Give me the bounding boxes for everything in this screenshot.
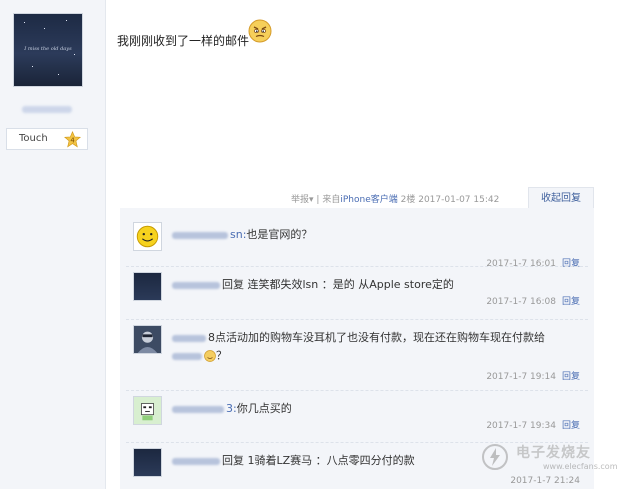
character-avatar[interactable] (133, 325, 162, 354)
reply-meta: 2017-1-7 19:14 回复 (486, 369, 580, 382)
floor-number: 2楼 (400, 195, 416, 205)
watermark-url: www.elecfans.com (543, 462, 618, 471)
reply-username-suffix[interactable]: sn: (230, 228, 246, 241)
reply-username-blurred[interactable] (172, 405, 224, 413)
collapse-replies-button[interactable]: 收起回复 (528, 187, 594, 209)
level-badge[interactable]: Touch 4 (6, 128, 88, 150)
reply-button[interactable]: 回复 (562, 259, 580, 269)
smiley-emoji-icon (204, 350, 216, 362)
divider (126, 266, 588, 267)
site-watermark: 电子发烧友 www.elecfans.com (479, 439, 629, 479)
night-sky-avatar[interactable] (133, 448, 162, 477)
reply-username-suffix[interactable]: 3: (226, 402, 237, 415)
divider (126, 319, 588, 320)
reply-text: 8点活动加的购物车没耳机了也没有付款，现在还在购物车现在付款给 ？ (172, 329, 582, 365)
watermark-title: 电子发烧友 (516, 445, 591, 461)
reply-body: 回复 1骑着LZ赛马 ：八点零四分付的款 (222, 454, 415, 467)
badge-label: Touch (19, 133, 48, 144)
reply-body: 你几点买的 (236, 402, 292, 415)
reply-button[interactable]: 回复 (562, 372, 580, 382)
reply-text: 回复 连笑都失效lsn ：是的 从Apple store定的 (172, 276, 582, 294)
reply-username-blurred[interactable] (172, 457, 220, 465)
source-prefix: 来自 (322, 195, 341, 205)
post-content: 我刚刚收到了一样的邮件 (117, 34, 250, 48)
reply-body: 回复 连笑都失效lsn ：是的 从Apple store定的 (222, 278, 454, 291)
level-star-icon: 4 (64, 131, 81, 148)
reply-body: 8点活动加的购物车没耳机了也没有付款，现在还在购物车现在付款给 (208, 331, 545, 344)
reply-body-cont: ？ (216, 349, 227, 362)
list-item: 8点活动加的购物车没耳机了也没有付款，现在还在购物车现在付款给 ？ 2017-1… (126, 319, 588, 389)
reply-body: 也是官网的？ (246, 228, 313, 241)
post-datetime: 2017-01-07 15:42 (418, 195, 500, 205)
reply-date: 2017-1-7 16:01 (486, 259, 556, 269)
list-item: sn:也是官网的？ 2017-1-7 16:01 回复 (126, 222, 588, 270)
reply-date: 2017-1-7 16:08 (486, 297, 556, 307)
reply-meta: 2017-1-7 16:01 回复 (486, 256, 580, 269)
angry-face-icon (248, 19, 272, 43)
reply-button[interactable]: 回复 (562, 421, 580, 431)
reply-meta: 2017-1-7 16:08 回复 (486, 294, 580, 307)
reply-text: sn:也是官网的？ (172, 226, 582, 244)
post-meta: 举报▾ | 来自iPhone客户端 2楼 2017-01-07 15:42 (291, 195, 500, 205)
reply-button[interactable]: 回复 (562, 297, 580, 307)
reply-username-blurred[interactable] (172, 231, 228, 239)
divider (126, 390, 588, 391)
smiley-face-icon[interactable] (133, 222, 162, 251)
author-avatar[interactable]: I miss the old days (13, 13, 83, 87)
cartoon-avatar[interactable] (133, 396, 162, 425)
reply-username-blurred[interactable] (172, 334, 206, 342)
author-name-blurred[interactable] (22, 106, 72, 113)
avatar-caption: I miss the old days (24, 46, 72, 52)
mention-blurred[interactable] (172, 352, 202, 360)
night-sky-avatar[interactable] (133, 272, 162, 301)
list-item: 3:你几点买的 2017-1-7 19:34 回复 (126, 390, 588, 442)
author-column: I miss the old days Touch 4 (0, 0, 106, 489)
reply-username-blurred[interactable] (172, 281, 220, 289)
badge-level: 4 (70, 136, 74, 144)
report-link[interactable]: 举报 (291, 195, 309, 205)
lightning-logo-icon (482, 444, 508, 470)
reply-meta: 2017-1-7 19:34 回复 (486, 418, 580, 431)
list-item: 回复 连笑都失效lsn ：是的 从Apple store定的 2017-1-7 … (126, 266, 588, 320)
reply-date: 2017-1-7 19:14 (486, 372, 556, 382)
source-client-link[interactable]: iPhone客户端 (340, 195, 397, 205)
chevron-down-icon: ▾ (309, 195, 314, 205)
reply-date: 2017-1-7 19:34 (486, 421, 556, 431)
reply-text: 3:你几点买的 (172, 400, 582, 418)
